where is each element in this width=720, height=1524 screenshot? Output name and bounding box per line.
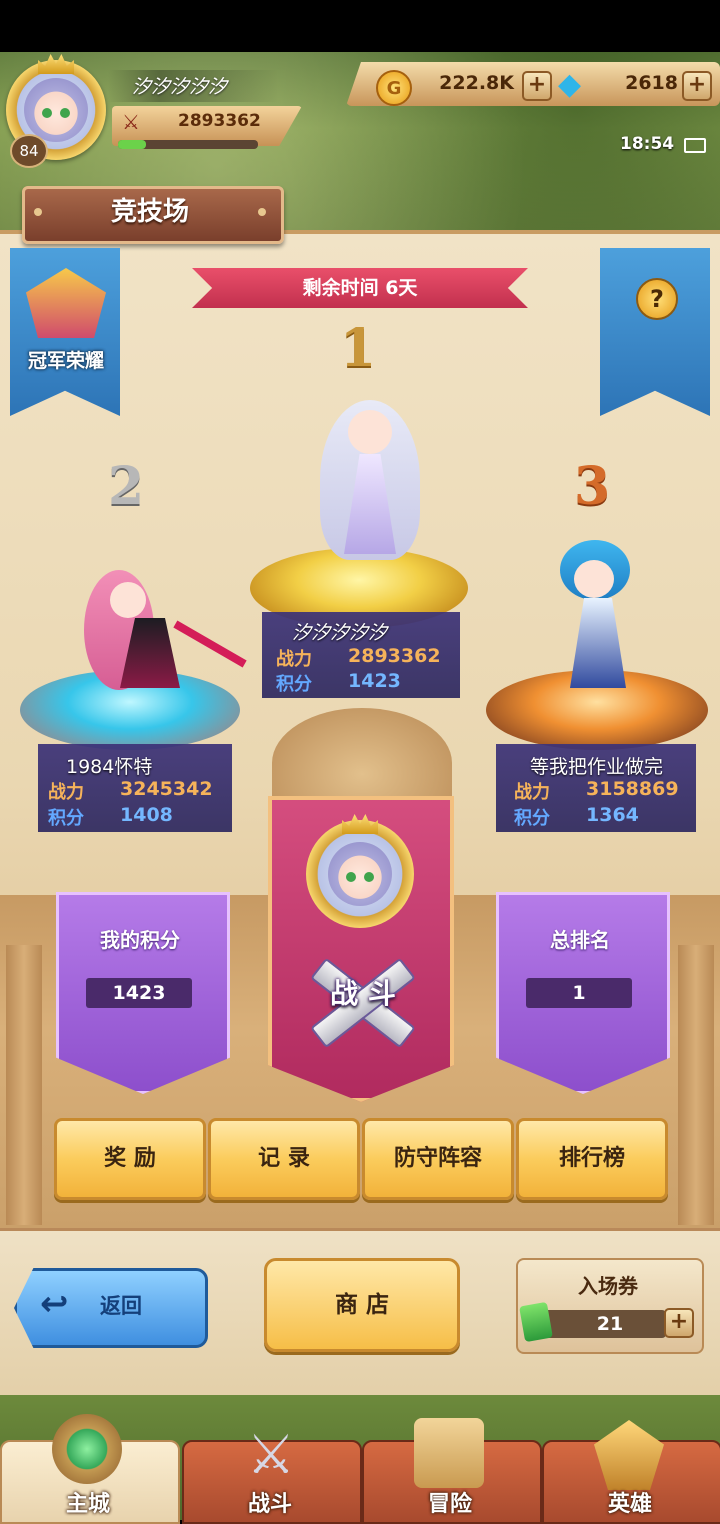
nav-adventure-label: 冒险 bbox=[427, 1492, 472, 1517]
record-button[interactable]: 记 录 bbox=[208, 1118, 360, 1200]
rank-2-power: 3245342 bbox=[120, 778, 213, 800]
rank-1-score-label: 积分 bbox=[276, 674, 312, 695]
diamond-icon: ◆ bbox=[558, 67, 582, 102]
entry-ticket-label: 入场券 bbox=[578, 1274, 638, 1298]
clock-time: 18:54 bbox=[620, 134, 675, 154]
rank-3-power-label: 战力 bbox=[514, 782, 550, 803]
nav-home-label: 主城 bbox=[65, 1492, 110, 1517]
rank-3-score: 1364 bbox=[586, 804, 639, 826]
back-arrow-icon: ↩ bbox=[40, 1284, 69, 1324]
add-gold-button[interactable]: + bbox=[522, 71, 552, 101]
avatar-face bbox=[328, 842, 392, 906]
home-city-icon bbox=[52, 1414, 122, 1484]
rank-1-power: 2893362 bbox=[348, 645, 441, 667]
rank-2-score: 1408 bbox=[120, 804, 173, 826]
my-score-value: 1423 bbox=[86, 978, 192, 1008]
rank-3-hero[interactable] bbox=[540, 520, 670, 700]
nav-heroes-label: 英雄 bbox=[607, 1492, 652, 1517]
nav-battle-label: 战斗 bbox=[247, 1492, 292, 1517]
shop-button[interactable]: 商 店 bbox=[264, 1258, 460, 1352]
battery-icon bbox=[684, 138, 706, 153]
fight-avatar bbox=[306, 814, 414, 928]
rank-2-name: 1984怀特 bbox=[66, 756, 153, 778]
leaderboard-button[interactable]: 排行榜 bbox=[516, 1118, 668, 1200]
total-rank-value: 1 bbox=[526, 978, 632, 1008]
rank-3-name: 等我把作业做完 bbox=[530, 756, 664, 778]
gem-amount: 2618 bbox=[625, 72, 678, 94]
add-ticket-button[interactable]: + bbox=[664, 1308, 694, 1338]
map-scroll-icon bbox=[414, 1418, 484, 1488]
rank-1-score: 1423 bbox=[348, 670, 401, 692]
crossed-swords-icon: ⚔ bbox=[122, 110, 140, 134]
fight-button[interactable]: 战 斗 bbox=[318, 972, 408, 1012]
player-power: 2893362 bbox=[178, 111, 261, 131]
pillar-left bbox=[6, 945, 42, 1225]
champion-glory-label: 冠军荣耀 bbox=[27, 350, 104, 372]
ticket-count: 21 bbox=[596, 1313, 624, 1335]
rank-2-score-label: 积分 bbox=[48, 808, 84, 829]
rank-2-number: 2 bbox=[108, 456, 145, 517]
my-score-title: 我的积分 bbox=[100, 928, 180, 952]
rank-3-power: 3158869 bbox=[586, 778, 679, 800]
rank-2-hero[interactable] bbox=[80, 560, 247, 700]
rank-1-name: 汐汐汐汐汐 bbox=[292, 622, 388, 644]
player-level-badge: 84 bbox=[10, 134, 48, 168]
pillar-right bbox=[678, 945, 714, 1225]
defense-lineup-button[interactable]: 防守阵容 bbox=[362, 1118, 514, 1200]
rank-3-number: 3 bbox=[574, 456, 611, 517]
rank-1-hero[interactable] bbox=[300, 390, 440, 570]
rank-3-score-label: 积分 bbox=[514, 808, 550, 829]
page-title: 竞技场 bbox=[110, 197, 189, 227]
gold-coin-icon: G bbox=[376, 70, 412, 106]
help-icon[interactable]: ? bbox=[636, 278, 678, 320]
player-name: 汐汐汐汐汐 bbox=[132, 76, 228, 98]
xp-bar bbox=[118, 140, 258, 149]
ticket-icon bbox=[519, 1301, 553, 1343]
total-rank-title: 总排名 bbox=[550, 928, 610, 952]
crossed-swords-icon: ⚔ bbox=[246, 1423, 296, 1486]
rank-2-power-label: 战力 bbox=[48, 782, 84, 803]
rank-1-power-label: 战力 bbox=[276, 649, 312, 670]
back-label: 返回 bbox=[100, 1294, 142, 1318]
rank-1-number: 1 bbox=[340, 318, 377, 379]
help-banner[interactable] bbox=[600, 248, 710, 416]
remaining-time: 剩余时间 6天 bbox=[302, 277, 418, 299]
gold-amount: 222.8K bbox=[439, 72, 514, 94]
avatar-face bbox=[24, 78, 88, 142]
add-gems-button[interactable]: + bbox=[682, 71, 712, 101]
reward-button[interactable]: 奖 励 bbox=[54, 1118, 206, 1200]
xp-bar-fill bbox=[118, 140, 146, 149]
